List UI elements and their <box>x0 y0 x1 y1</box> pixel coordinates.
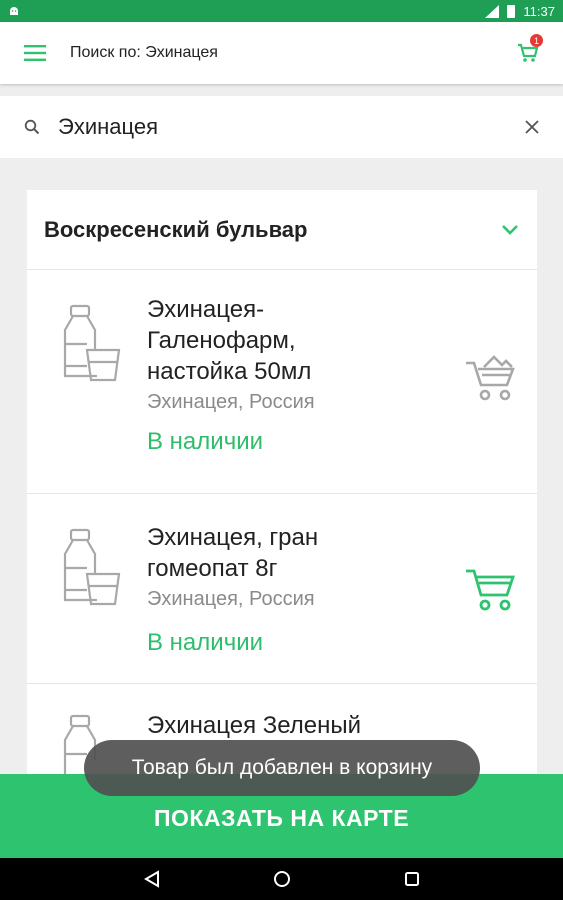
product-item[interactable]: Эхинацея- Галенофарм, настойка 50мл Эхин… <box>27 270 537 494</box>
back-button[interactable] <box>137 864 167 894</box>
android-icon <box>10 7 18 15</box>
pharmacy-name: Воскресенский бульвар <box>44 216 308 242</box>
signal-icon <box>485 4 500 18</box>
search-icon <box>24 119 46 135</box>
app-toolbar: Поиск по: Эхинацея 1 <box>0 22 563 84</box>
product-maker: Эхинацея, Россия <box>147 588 315 610</box>
clear-search-button[interactable] <box>519 114 545 140</box>
page-title: Поиск по: Эхинацея <box>70 44 218 61</box>
pharmacy-header[interactable]: Воскресенский бульвар <box>27 190 537 270</box>
add-to-cart-icon <box>466 355 515 401</box>
battery-icon <box>507 4 516 18</box>
hamburger-icon <box>24 45 46 61</box>
product-info: Эхинацея Зеленый <box>147 710 447 741</box>
recents-square-icon <box>404 872 419 886</box>
chevron-down-icon <box>501 224 519 236</box>
search-bar <box>0 96 563 158</box>
product-name-line: гомеопат 8г <box>147 555 278 582</box>
product-name-line: Эхинацея, гран <box>147 524 319 551</box>
search-input[interactable] <box>58 114 519 140</box>
stock-status: В наличии <box>147 629 264 656</box>
medicine-bottle-icon <box>63 304 121 382</box>
product-name-line: настойка 50мл <box>147 358 312 385</box>
status-bar: 11:37 <box>0 0 563 22</box>
system-nav-bar <box>0 858 563 900</box>
menu-button[interactable] <box>0 22 70 84</box>
product-info: Эхинацея, гран гомеопат 8г Эхинацея, Рос… <box>147 522 447 657</box>
back-triangle-icon <box>143 870 159 888</box>
cart-button[interactable]: 1 <box>493 22 563 84</box>
status-time: 11:37 <box>523 3 555 19</box>
product-name-line: Эхинацея- <box>147 296 265 323</box>
add-to-cart-icon <box>466 569 515 611</box>
product-name-line: Эхинацея Зеленый <box>147 712 362 739</box>
product-info: Эхинацея- Галенофарм, настойка 50мл Эхин… <box>147 294 447 456</box>
cart-count-badge: 1 <box>530 34 543 47</box>
home-button[interactable] <box>267 864 297 894</box>
home-circle-icon <box>273 871 290 887</box>
toast-message: Товар был добавлен в корзину <box>84 740 480 796</box>
product-name-line: Галенофарм, <box>147 327 296 354</box>
product-maker: Эхинацея, Россия <box>147 391 315 413</box>
product-item[interactable]: Эхинацея, гран гомеопат 8г Эхинацея, Рос… <box>27 494 537 684</box>
recents-button[interactable] <box>397 864 427 894</box>
medicine-bottle-icon <box>63 528 121 606</box>
close-icon <box>525 120 539 134</box>
add-to-cart-button[interactable] <box>463 564 519 614</box>
add-to-cart-button[interactable] <box>463 354 519 404</box>
stock-status: В наличии <box>147 428 264 455</box>
